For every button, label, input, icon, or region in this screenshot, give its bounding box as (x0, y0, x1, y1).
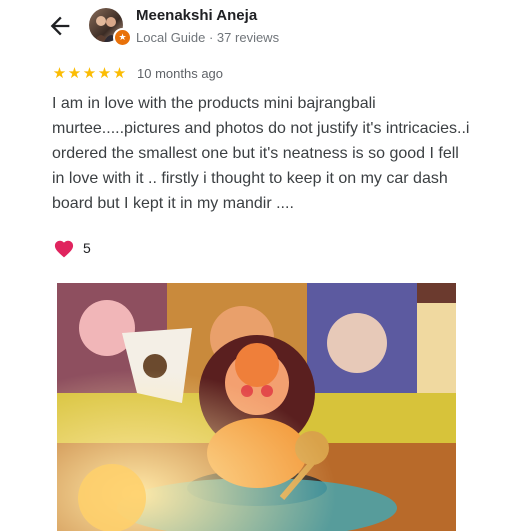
author-subtitle: Local Guide · 37 reviews (136, 30, 280, 45)
photo-image (57, 283, 456, 531)
like-button[interactable]: 5 (53, 238, 91, 258)
review-date: 10 months ago (137, 65, 224, 81)
star-rating: ★ ★ ★ ★ ★ (52, 64, 127, 82)
star-icon: ★ (112, 65, 127, 82)
review-text: I am in love with the products mini bajr… (52, 95, 470, 212)
star-icon: ★ (52, 65, 67, 82)
review-photo[interactable] (57, 283, 456, 531)
rating-row: ★ ★ ★ ★ ★ 10 months ago (52, 64, 223, 82)
heart-icon (54, 240, 74, 258)
star-icon: ★ (82, 65, 97, 82)
back-arrow-icon[interactable] (46, 12, 74, 40)
star-icon: ★ (67, 65, 82, 82)
star-icon: ★ (97, 65, 112, 82)
like-count: 5 (83, 240, 91, 256)
local-guide-badge-icon: ★ (113, 28, 132, 47)
author-name[interactable]: Meenakshi Aneja (136, 7, 257, 24)
